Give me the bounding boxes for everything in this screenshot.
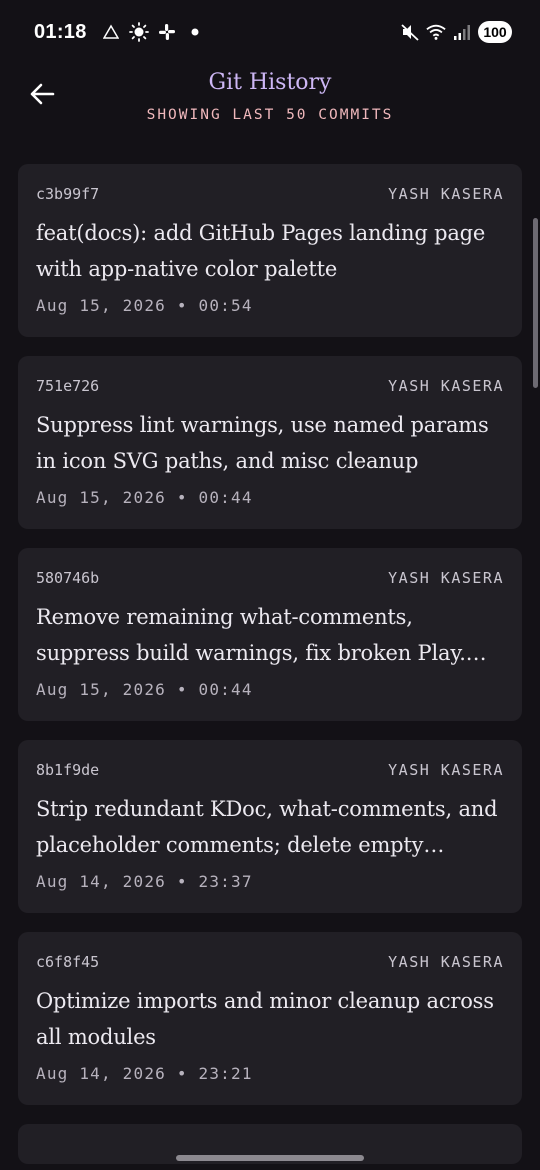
commit-hash: 8b1f9de: [36, 761, 100, 779]
commit-card[interactable]: c6f8f45 YASH KASERA Optimize imports and…: [18, 932, 522, 1105]
commit-author: YASH KASERA: [388, 761, 504, 779]
commit-date: Aug 14, 2026 • 23:21: [36, 1064, 253, 1083]
home-indicator[interactable]: [176, 1155, 364, 1161]
status-bar-left: 01:18: [34, 21, 205, 44]
slack-icon: [157, 22, 177, 42]
commit-date: Aug 15, 2026 • 00:44: [36, 488, 253, 507]
commit-message: Remove remaining what-comments, suppress…: [36, 605, 487, 665]
commit-author: YASH KASERA: [388, 953, 504, 971]
commit-hash: c3b99f7: [36, 185, 100, 203]
commit-card[interactable]: 8b1f9de YASH KASERA Strip redundant KDoc…: [18, 740, 522, 913]
commit-author: YASH KASERA: [388, 569, 504, 587]
commit-message: feat(docs): add GitHub Pages landing pag…: [36, 221, 486, 281]
commit-message: Strip redundant KDoc, what-comments, and…: [36, 797, 498, 857]
top-app-bar: Git History SHOWING LAST 50 COMMITS: [0, 64, 540, 148]
commit-meta-row: c6f8f45 YASH KASERA: [36, 952, 504, 972]
page-subtitle: SHOWING LAST 50 COMMITS: [146, 107, 394, 123]
git-history-screen: 01:18 100 Git History SHOWING LAST 50 CO…: [0, 0, 540, 1170]
commit-author: YASH KASERA: [388, 185, 504, 203]
commit-message: Suppress lint warnings, use named params…: [36, 413, 489, 473]
signal-icon: [452, 22, 472, 42]
commit-meta-row: 8b1f9de YASH KASERA: [36, 760, 504, 780]
commit-meta-row: c3b99f7 YASH KASERA: [36, 184, 504, 204]
battery-indicator: 100: [478, 21, 512, 43]
dot-icon: [185, 22, 205, 42]
status-bar: 01:18 100: [0, 0, 540, 64]
status-bar-right: 100: [400, 21, 512, 43]
status-time: 01:18: [34, 20, 87, 43]
commit-date: Aug 14, 2026 • 23:37: [36, 872, 253, 891]
commit-card[interactable]: 751e726 YASH KASERA Suppress lint warnin…: [18, 356, 522, 529]
mute-icon: [400, 22, 420, 42]
commit-hash: 580746b: [36, 569, 100, 587]
scrollbar-thumb[interactable]: [533, 218, 538, 388]
commit-card[interactable]: c3b99f7 YASH KASERA feat(docs): add GitH…: [18, 164, 522, 337]
commit-date: Aug 15, 2026 • 00:44: [36, 680, 253, 699]
page-title: Git History: [208, 70, 332, 95]
wifi-icon: [426, 22, 446, 42]
commit-hash: c6f8f45: [36, 953, 100, 971]
brightness-icon: [128, 22, 149, 42]
commit-message: Optimize imports and minor cleanup acros…: [36, 989, 494, 1049]
commit-date: Aug 15, 2026 • 00:54: [36, 296, 253, 315]
commit-list: c3b99f7 YASH KASERA feat(docs): add GitH…: [18, 164, 522, 1170]
alert-triangle-icon: [101, 22, 121, 42]
commit-card[interactable]: 580746b YASH KASERA Remove remaining wha…: [18, 548, 522, 721]
commit-meta-row: 580746b YASH KASERA: [36, 568, 504, 588]
commit-meta-row: 751e726 YASH KASERA: [36, 376, 504, 396]
commit-author: YASH KASERA: [388, 377, 504, 395]
commit-hash: 751e726: [36, 377, 100, 395]
